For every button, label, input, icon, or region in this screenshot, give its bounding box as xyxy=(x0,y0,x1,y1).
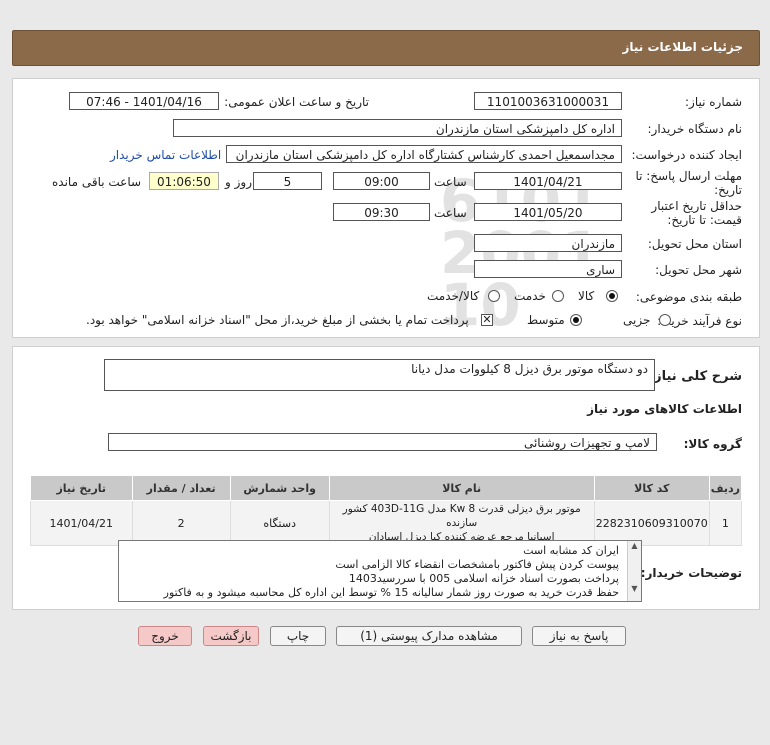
view-attachments-button[interactable]: مشاهده مدارک پیوستی (1) xyxy=(336,626,522,646)
validity-time-field: 09:30 xyxy=(333,203,430,221)
category-option-goods: کالا xyxy=(578,289,595,303)
days-label: روز و xyxy=(225,175,252,189)
treasury-payment-checkbox[interactable]: ✕ xyxy=(481,314,493,326)
goods-table: ردیف کد کالا نام کالا واحد شمارش تعداد /… xyxy=(30,475,743,546)
col-code: کد کالا xyxy=(593,475,710,501)
remaining-days-field: 5 xyxy=(253,172,322,190)
process-radio-minor[interactable] xyxy=(659,314,671,326)
buyer-notes-scrollbar[interactable]: ▲ ▼ xyxy=(627,541,641,601)
validity-label-line1: حداقل تاریخ اعتبار xyxy=(651,199,742,213)
summary-field: دو دستگاه موتور برق دیزل 8 کیلووات مدل د… xyxy=(104,359,655,391)
exit-button[interactable]: خروج xyxy=(138,626,192,646)
process-option-medium: متوسط xyxy=(527,313,565,327)
row-code: 2282310609310070 xyxy=(593,500,710,546)
deadline-date-field: 1401/04/21 xyxy=(474,172,622,190)
province-label: استان محل تحویل: xyxy=(647,237,742,251)
category-label: طبقه بندی موضوعی: xyxy=(635,290,742,304)
validity-date-field: 1401/05/20 xyxy=(474,203,622,221)
buyer-notes-box[interactable]: ایران کد مشابه است پیوست کردن پیش فاکتور… xyxy=(118,540,642,602)
remaining-label: ساعت باقی مانده xyxy=(52,175,142,189)
col-name: نام کالا xyxy=(328,475,595,501)
goods-section-title: اطلاعات کالاهای مورد نیاز xyxy=(587,402,742,416)
buyer-note-line: حفظ قدرت خرید به صورت روز شمار سالیانه 1… xyxy=(163,586,619,599)
col-date: تاریخ نیاز xyxy=(30,475,133,501)
reply-button[interactable]: پاسخ به نیاز xyxy=(532,626,626,646)
page-title: جزئیات اطلاعات نیاز xyxy=(622,40,743,54)
buyer-notes-label: توضیحات خریدار: xyxy=(640,566,742,580)
announce-datetime-label: تاریخ و ساعت اعلان عمومی: xyxy=(224,95,369,109)
row-date: 1401/04/21 xyxy=(30,500,133,546)
row-name-line1: موتور برق دیزلی قدرت Kw 8 مدل 403D-11G ک… xyxy=(342,503,581,529)
goods-group-label: گروه کالا: xyxy=(683,437,742,451)
deadline-label-line1: مهلت ارسال پاسخ: تا xyxy=(635,169,742,183)
scroll-down-icon[interactable]: ▼ xyxy=(628,584,641,593)
treasury-payment-note: پرداخت تمام یا بخشی از مبلغ خرید،از محل … xyxy=(86,313,469,327)
back-button[interactable]: بازگشت xyxy=(203,626,259,646)
creator-field: مجداسمعیل احمدی کارشناس کشتارگاه اداره ک… xyxy=(226,145,622,163)
validity-label-line2: قیمت: تا تاریخ: xyxy=(667,213,742,227)
goods-group-field: لامپ و تجهیزات روشنائی xyxy=(108,433,657,451)
print-button[interactable]: چاپ xyxy=(270,626,326,646)
deadline-time-label: ساعت xyxy=(434,175,467,189)
buyer-contact-link[interactable]: اطلاعات تماس خریدار xyxy=(110,148,221,162)
col-index: ردیف xyxy=(708,475,743,501)
goods-table-header: ردیف کد کالا نام کالا واحد شمارش تعداد /… xyxy=(30,475,743,501)
category-option-service: خدمت xyxy=(514,289,546,303)
buyer-note-line: ایران کد مشابه است xyxy=(523,544,619,557)
scroll-up-icon[interactable]: ▲ xyxy=(628,541,641,550)
col-unit: واحد شمارش xyxy=(229,475,330,501)
validity-time-label: ساعت xyxy=(434,206,467,220)
category-radio-service[interactable] xyxy=(552,290,564,302)
buyer-note-line: پرداخت بصورت اسناد خزانه اسلامی 005 با س… xyxy=(348,572,619,585)
process-radio-medium[interactable] xyxy=(570,314,582,326)
row-index: 1 xyxy=(708,500,743,546)
process-option-minor: جزیی xyxy=(623,313,651,327)
need-number-field: 1101003631000031 xyxy=(474,92,622,110)
row-qty: 2 xyxy=(131,500,231,546)
row-name: موتور برق دیزلی قدرت Kw 8 مدل 403D-11G ک… xyxy=(328,500,595,546)
remaining-time-field: 01:06:50 xyxy=(149,172,219,190)
table-row: 1 2282310609310070 موتور برق دیزلی قدرت … xyxy=(30,500,743,546)
province-field: مازندران xyxy=(474,234,622,252)
row-unit: دستگاه xyxy=(229,500,330,546)
city-field: ساری xyxy=(474,260,622,278)
announce-datetime-field: 1401/04/16 - 07:46 xyxy=(69,92,219,110)
city-label: شهر محل تحویل: xyxy=(655,263,742,277)
buyer-note-line: پیوست کردن پیش فاکتور بامشخصات انقضاء کا… xyxy=(335,558,619,571)
deadline-label-line2: تاریخ: xyxy=(714,183,742,197)
page-header: جزئیات اطلاعات نیاز xyxy=(12,30,760,66)
category-option-goods-service: کالا/خدمت xyxy=(427,289,480,303)
summary-label: شرح کلی نیاز: xyxy=(648,369,742,384)
col-qty: تعداد / مقدار xyxy=(131,475,231,501)
buyer-org-label: نام دستگاه خریدار: xyxy=(647,122,743,136)
need-number-label: شماره نیاز: xyxy=(685,95,742,109)
category-radio-goods[interactable] xyxy=(606,290,618,302)
creator-label: ایجاد کننده درخواست: xyxy=(631,148,742,162)
buyer-org-field: اداره کل دامپزشکی استان مازندران xyxy=(173,119,622,137)
category-radio-goods-service[interactable] xyxy=(488,290,500,302)
deadline-time-field: 09:00 xyxy=(333,172,430,190)
